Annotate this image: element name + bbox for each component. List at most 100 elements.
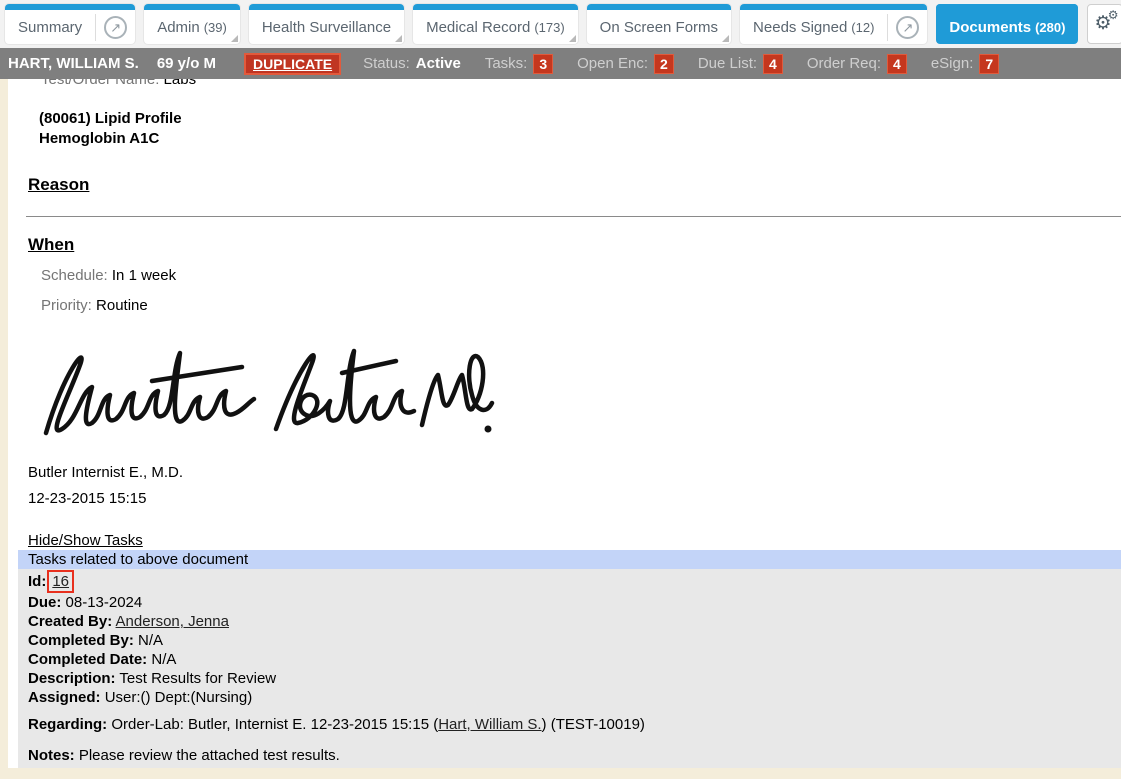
open-enc-label: Open Enc: [577,55,648,72]
patient-header-bar: HART, WILLIAM S. 69 y/o M DUPLICATE Stat… [0,48,1121,79]
tab-admin-count: (39) [204,20,240,35]
reason-heading: Reason [28,175,1121,195]
test-order-name-line: Test/Order Name: Labs [28,79,1121,90]
task-notes-label: Notes: [28,747,75,764]
open-enc-count-badge[interactable]: 2 [654,54,674,74]
order-line-a1c: Hemoglobin A1C [39,129,1121,149]
gear-small-icon: ⚙ [1108,9,1119,21]
task-created-by-label: Created By: [28,613,112,630]
task-description-line: Description: Test Results for Review [28,669,1121,688]
tab-health-surveillance-label: Health Surveillance [249,19,404,36]
duplicate-button[interactable]: DUPLICATE [244,53,341,75]
tasks-count-badge[interactable]: 3 [533,54,553,74]
task-id-line: Id: 16 [28,570,1121,593]
section-divider [26,216,1121,217]
tab-documents-count: (280) [1035,20,1078,35]
tasks-section: Hide/Show Tasks Tasks related to above d… [8,531,1121,768]
dropdown-fold-icon [569,35,576,42]
priority-label: Priority: [41,297,92,314]
priority-value: Routine [96,297,148,314]
tab-bar: Summary ↗ Admin (39) Health Surveillance… [0,0,1121,48]
regarding-patient-link[interactable]: Hart, William S. [438,716,541,733]
tab-medical-record-count: (173) [534,20,577,35]
tab-health-surveillance[interactable]: Health Surveillance [249,4,404,44]
tab-admin[interactable]: Admin (39) [144,4,240,44]
created-by-user-link[interactable]: Anderson, Jenna [116,613,229,630]
task-completed-date-line: Completed Date: N/A [28,650,1121,669]
tab-summary[interactable]: Summary ↗ [5,4,135,44]
task-regarding-text-before: Order-Lab: Butler, Internist E. 12-23-20… [111,716,438,733]
hide-show-tasks-link[interactable]: Hide/Show Tasks [28,531,143,550]
schedule-line: Schedule: In 1 week [28,266,1121,285]
task-assigned-line: Assigned: User:() Dept:(Nursing) [28,688,1121,707]
dropdown-fold-icon [722,35,729,42]
task-completed-by-line: Completed By: N/A [28,631,1121,650]
when-heading: When [28,235,1121,255]
priority-line: Priority: Routine [28,296,1121,315]
task-assigned-value: User:() Dept:(Nursing) [105,689,253,706]
ordered-tests: (80061) Lipid Profile Hemoglobin A1C [28,109,1121,149]
dropdown-fold-icon [395,35,402,42]
popout-arrow-icon[interactable]: ↗ [104,16,127,39]
order-req-count-badge[interactable]: 4 [887,54,907,74]
schedule-value: In 1 week [112,267,176,284]
status-value: Active [416,55,461,72]
task-description-value: Test Results for Review [119,670,276,687]
test-order-label: Test/Order Name: [41,79,159,88]
tab-accent-strip [936,4,1078,10]
tab-needs-signed[interactable]: Needs Signed (12) ↗ [740,4,927,44]
task-completed-date-value: N/A [151,651,176,668]
patient-age-sex: 69 y/o M [157,55,216,72]
status-label: Status: [363,55,410,72]
tab-needs-signed-label: Needs Signed [740,19,860,36]
task-notes-line: Notes: Please review the attached test r… [28,746,1121,765]
tab-accent-strip [144,4,240,10]
task-regarding-text-after: ) (TEST-10019) [542,716,645,733]
task-completed-date-label: Completed Date: [28,651,147,668]
order-req-label: Order Req: [807,55,881,72]
tab-divider [887,14,888,41]
tab-medical-record-label: Medical Record [413,19,543,36]
task-regarding-label: Regarding: [28,716,107,733]
tab-on-screen-forms-label: On Screen Forms [587,19,731,36]
task-due-value: 08-13-2024 [66,594,143,611]
task-id-link[interactable]: 16 [52,573,69,590]
tab-medical-record[interactable]: Medical Record (173) [413,4,578,44]
signed-datetime: 12-23-2015 15:15 [28,489,1121,509]
task-details: Id:16 Due: 08-13-2024 Created By: Anders… [18,569,1121,768]
task-notes-value: Please review the attached test results. [79,747,340,764]
tab-accent-strip [249,4,404,10]
dropdown-fold-icon [231,35,238,42]
task-completed-by-value: N/A [138,632,163,649]
esign-label: eSign: [931,55,974,72]
esign-count-badge[interactable]: 7 [979,54,999,74]
due-list-label: Due List: [698,55,757,72]
task-completed-by-label: Completed By: [28,632,134,649]
signer-name: Butler Internist E., M.D. [28,463,1121,483]
test-order-value: Labs [164,79,197,88]
task-id-label: Id: [28,573,46,590]
popout-arrow-icon[interactable]: ↗ [896,16,919,39]
tab-summary-label: Summary [5,19,95,36]
due-list-count-badge[interactable]: 4 [763,54,783,74]
tasks-section-header: Tasks related to above document [18,550,1121,569]
tab-accent-strip [740,4,927,10]
task-assigned-label: Assigned: [28,689,101,706]
tasks-label: Tasks: [485,55,528,72]
document-viewer-background: Test/Order Name: Labs (80061) Lipid Prof… [0,79,1121,779]
signature-image [24,337,502,457]
tab-on-screen-forms[interactable]: On Screen Forms [587,4,731,44]
order-line-lipid: (80061) Lipid Profile [39,109,1121,129]
tab-accent-strip [587,4,731,10]
tab-documents-active[interactable]: Documents (280) [936,4,1078,44]
settings-button[interactable]: ⚙ ⚙ [1087,4,1121,44]
task-description-label: Description: [28,670,116,687]
tab-documents-label: Documents [936,19,1044,36]
tab-accent-strip [413,4,578,10]
tab-admin-label: Admin [144,19,213,36]
tab-needs-signed-count: (12) [851,20,887,35]
task-created-by-line: Created By: Anderson, Jenna [28,612,1121,631]
task-regarding-line: Regarding: Order-Lab: Butler, Internist … [28,715,1121,734]
annotation-highlight-box: 16 [47,570,74,593]
tab-divider [95,14,96,41]
